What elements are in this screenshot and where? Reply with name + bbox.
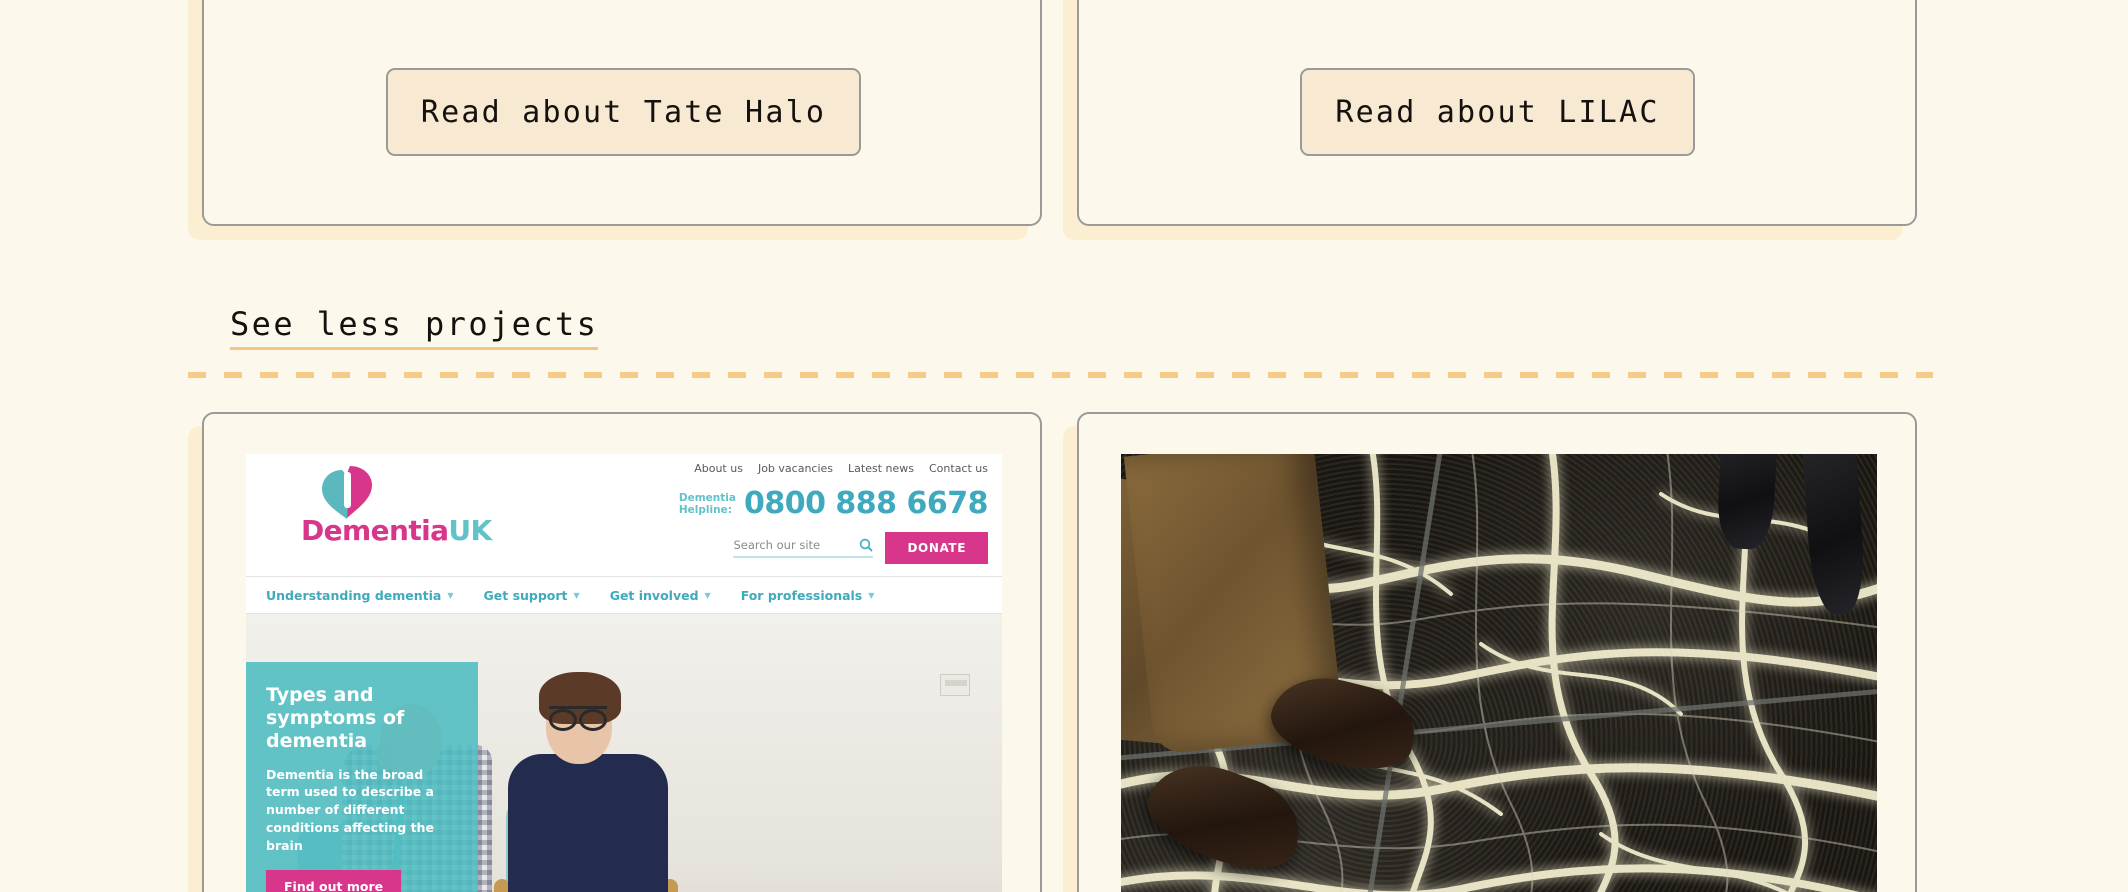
read-about-tate-halo-button[interactable]: Read about Tate Halo	[386, 68, 861, 156]
hero-find-out-more-button[interactable]: Find out more	[266, 870, 402, 892]
hero-person-woman-glasses	[549, 706, 607, 731]
top-link-about-us[interactable]: About us	[694, 462, 743, 475]
nav-label-get-support: Get support	[483, 587, 568, 603]
nav-item-understanding-dementia[interactable]: Understanding dementia ▼	[266, 588, 454, 603]
roots-projection-photograph: Two pairs of feet in shoes and boots sta…	[1121, 454, 1877, 892]
duk-hero-banner: Types and symptoms of dementia Dementia …	[246, 614, 1002, 892]
dementia-uk-logo-icon	[322, 466, 372, 519]
helpline-label-line1: Dementia	[678, 491, 736, 504]
search-icon	[860, 538, 874, 552]
wordmark-uk: UK	[448, 514, 492, 547]
projects-page: Read about Tate Halo Read about LILAC Se…	[0, 0, 2128, 892]
top-link-contact-us[interactable]: Contact us	[929, 462, 988, 475]
hero-person-woman-body	[508, 754, 668, 892]
duk-donate-button[interactable]: DONATE	[885, 532, 988, 564]
duk-search-row: Search our site DONATE	[733, 532, 988, 564]
duk-header: DementiaUK About us Job vacancies Latest…	[246, 454, 1002, 577]
duk-search-input[interactable]: Search our site	[733, 538, 874, 558]
dementia-uk-website-screenshot: DementiaUK About us Job vacancies Latest…	[246, 454, 1002, 892]
nav-item-get-support[interactable]: Get support ▼	[484, 588, 580, 603]
duk-main-nav: Understanding dementia ▼ Get support ▼ G…	[246, 577, 1002, 614]
helpline-label: Dementia Helpline:	[679, 492, 736, 516]
project-card-dementia-uk[interactable]: DementiaUK About us Job vacancies Latest…	[202, 412, 1042, 892]
helpline-label-line2: Helpline:	[678, 503, 732, 516]
hero-heading: Types and symptoms of dementia	[266, 684, 405, 753]
chevron-down-icon: ▼	[447, 590, 454, 600]
search-placeholder-text: Search our site	[733, 538, 821, 552]
dashed-divider	[188, 372, 1933, 378]
nav-label-understanding-dementia: Understanding dementia	[266, 587, 442, 603]
nav-item-get-involved[interactable]: Get involved ▼	[610, 588, 711, 603]
chevron-down-icon: ▼	[704, 590, 711, 600]
project-card-roots-photo[interactable]: Two pairs of feet in shoes and boots sta…	[1077, 412, 1917, 892]
top-link-latest-news[interactable]: Latest news	[848, 462, 914, 475]
nav-item-for-professionals[interactable]: For professionals ▼	[741, 588, 875, 603]
wordmark-dementia: Dementia	[301, 514, 449, 547]
top-link-job-vacancies[interactable]: Job vacancies	[758, 462, 833, 475]
duk-hero-panel: Types and symptoms of dementia Dementia …	[246, 662, 478, 892]
chevron-down-icon: ▼	[573, 590, 580, 600]
see-less-projects-link[interactable]: See less projects	[230, 305, 599, 350]
read-about-lilac-button[interactable]: Read about LILAC	[1300, 68, 1695, 156]
hero-body-text: Dementia is the broad term used to descr…	[266, 766, 434, 853]
nav-label-for-professionals: For professionals	[740, 587, 863, 603]
duk-top-links: About us Job vacancies Latest news Conta…	[694, 462, 988, 475]
dementia-uk-wordmark: DementiaUK	[301, 514, 492, 547]
duk-helpline: Dementia Helpline: 0800 888 6678	[679, 486, 989, 521]
chevron-down-icon: ▼	[868, 590, 875, 600]
nav-label-get-involved: Get involved	[609, 587, 699, 603]
hero-thermostat	[940, 674, 970, 696]
helpline-number: 0800 888 6678	[743, 486, 989, 521]
